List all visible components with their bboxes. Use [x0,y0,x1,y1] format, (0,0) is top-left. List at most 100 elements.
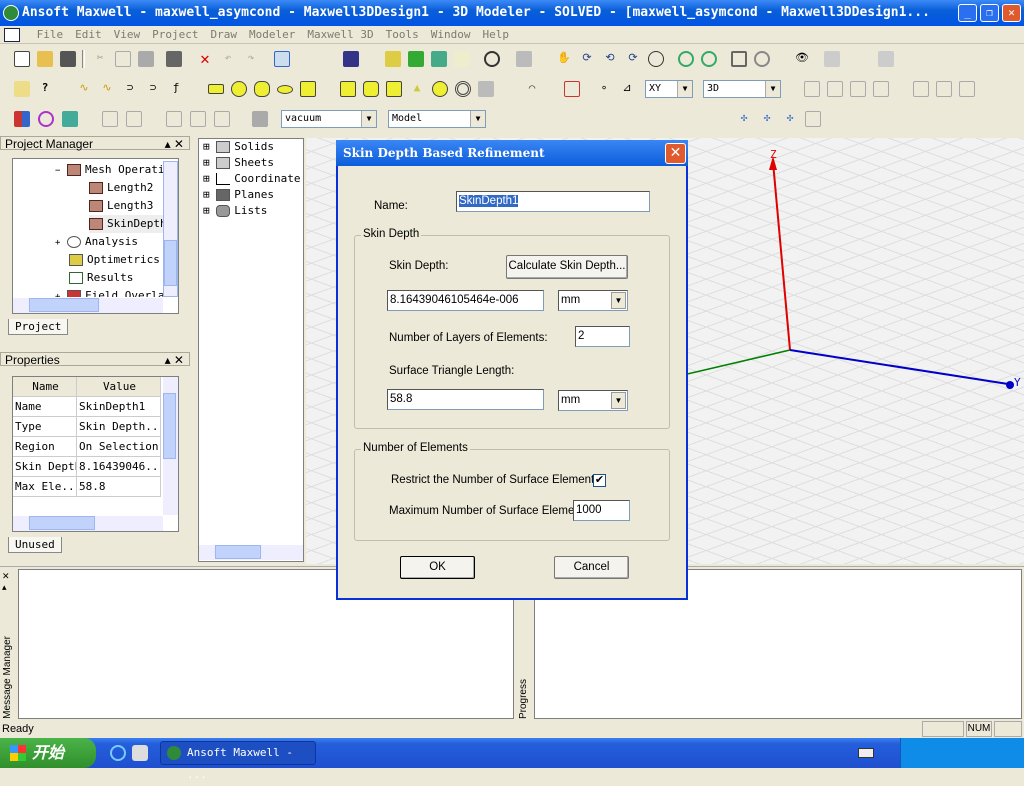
snap-vertex-icon[interactable]: ✣ [759,111,775,127]
scroll-thumb[interactable] [29,298,99,312]
tree-item-length2[interactable]: Length2 [89,179,153,197]
mirror-icon[interactable] [959,81,975,97]
close-button[interactable]: ✕ [1002,4,1021,22]
mirror-dup-icon[interactable] [214,111,230,127]
rotate-axis-icon[interactable]: ⟲ [602,51,618,67]
cylinder-icon[interactable] [363,81,379,97]
skin-depth-input[interactable]: 8.16439046105464e-006 [387,290,544,311]
maximize-button[interactable]: ❐ [980,4,999,22]
open-icon[interactable] [37,51,53,67]
tree-item-analysis[interactable]: + Analysis [55,233,138,251]
horizontal-scrollbar[interactable] [13,516,163,531]
intersect-icon[interactable] [850,81,866,97]
sphere-icon[interactable] [432,81,448,97]
help-icon[interactable] [14,81,30,97]
scroll-thumb[interactable] [163,393,176,459]
material-icon[interactable] [14,111,30,127]
rotate-object-icon[interactable] [936,81,952,97]
quicklaunch-icon[interactable] [132,745,148,761]
start-button[interactable]: 开始 [0,738,96,768]
align-icon[interactable] [166,111,182,127]
zoom-in-icon[interactable] [678,51,694,67]
sweep-icon[interactable] [252,111,268,127]
vertical-scrollbar[interactable] [163,377,178,515]
tree-item-mesh-operations[interactable]: − Mesh Operati [55,161,165,179]
cut-icon[interactable]: ✂ [92,51,108,67]
spline-icon[interactable]: ∿ [99,81,115,97]
skin-depth-unit-select[interactable]: mm ▼ [558,290,628,311]
property-value[interactable]: On Selection [77,437,161,457]
polygon-icon[interactable] [254,81,270,97]
copy-icon[interactable] [115,51,131,67]
tree-item-lists[interactable]: ⊞ Lists [203,202,267,220]
scroll-thumb[interactable] [29,516,95,530]
horizontal-scrollbar[interactable] [13,298,163,313]
render2-icon[interactable] [878,51,894,67]
visibility-icon[interactable]: 👁 [794,51,810,67]
plane-icon[interactable]: ⊿ [619,81,635,97]
tab-project[interactable]: Project [8,319,69,335]
close-icon[interactable]: ▴ ✕ [165,353,184,367]
validate-icon[interactable] [385,51,401,67]
name-input[interactable]: SkinDepth1 [456,191,650,212]
analyze-icon[interactable] [431,51,447,67]
vertical-scrollbar[interactable] [163,161,178,297]
menu-tools[interactable]: Tools [380,26,425,44]
fit-all-icon[interactable] [731,51,747,67]
split-icon[interactable] [873,81,889,97]
region-icon[interactable] [564,81,580,97]
scroll-thumb[interactable] [215,545,261,559]
fit-selection-icon[interactable] [754,51,770,67]
dialog-close-button[interactable]: ✕ [665,143,686,164]
find-icon[interactable] [484,51,500,67]
save-icon[interactable] [60,51,76,67]
menu-help[interactable]: Help [476,26,515,44]
ie-icon[interactable] [110,745,126,761]
select-icon[interactable] [274,51,290,67]
cancel-button[interactable]: Cancel [554,556,629,579]
snap-face-icon[interactable] [805,111,821,127]
move-icon[interactable] [913,81,929,97]
check-icon[interactable] [408,51,424,67]
spin-icon[interactable]: ⟳ [625,51,641,67]
ok-button[interactable]: OK [400,556,475,579]
snap-grid-icon[interactable]: ✣ [736,111,752,127]
property-value[interactable]: 58.8 [77,477,161,497]
box-icon[interactable] [340,81,356,97]
circle-icon[interactable] [231,81,247,97]
line-icon[interactable]: ∿ [76,81,92,97]
calculate-skin-depth-button[interactable]: Calculate Skin Depth... [506,255,628,279]
binoculars-icon[interactable] [62,111,78,127]
helix-icon[interactable] [478,81,494,97]
rotate-icon[interactable]: ⟳ [579,51,595,67]
tree-item-field-overlays[interactable]: + Field Overla [55,287,165,297]
tree-item-results[interactable]: Results [69,269,133,287]
print-icon[interactable] [166,51,182,67]
tree-item-optimetrics[interactable]: Optimetrics [69,251,160,269]
max-elements-input[interactable]: 1000 [573,500,630,521]
property-value[interactable]: Skin Depth... [77,417,161,437]
new-icon[interactable] [14,51,30,67]
snap-edge-icon[interactable]: ✣ [782,111,798,127]
equation-curve-icon[interactable]: ƒ [168,81,184,97]
bondwire-icon[interactable]: ⌒ [524,81,540,97]
edge-icon[interactable] [126,111,142,127]
orient-icon[interactable] [648,51,664,67]
context-help-icon[interactable]: ? [37,81,53,97]
horizontal-scrollbar[interactable] [199,545,303,560]
arc-center-icon[interactable]: ⊃ [145,81,161,97]
keyboard-icon[interactable] [858,748,874,758]
triangle-length-input[interactable]: 58.8 [387,389,544,410]
duplicate-icon[interactable] [190,111,206,127]
cone-icon[interactable]: ▲ [409,81,425,97]
scroll-thumb[interactable] [164,240,177,286]
property-value[interactable]: 8.16439046... [77,457,161,477]
redo-icon[interactable]: ↷ [243,51,259,67]
plane-select[interactable]: XY ▼ [645,80,693,98]
equation-surface-icon[interactable] [300,81,316,97]
regular-polyhedron-icon[interactable] [386,81,402,97]
menu-maxwell3d[interactable]: Maxwell 3D [301,26,379,44]
q-icon[interactable] [343,51,359,67]
render-icon[interactable] [824,51,840,67]
undo-icon[interactable]: ↶ [220,51,236,67]
